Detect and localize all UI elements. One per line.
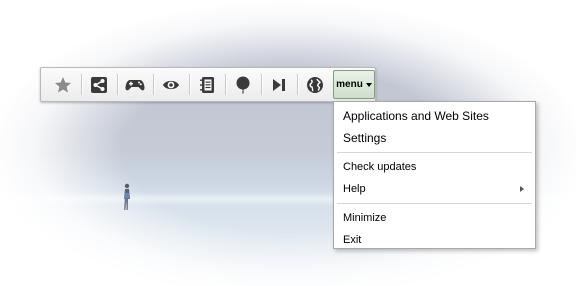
- gamepad-icon: [125, 79, 145, 90]
- caret-down-icon: [365, 82, 372, 87]
- notes-button[interactable]: [189, 68, 225, 101]
- app-toolbar: menu: [40, 67, 376, 102]
- skip-button[interactable]: [261, 68, 297, 101]
- balloon-icon: [236, 76, 250, 93]
- menu-separator: [337, 152, 532, 153]
- menu-item-help-label: Help: [343, 183, 366, 195]
- games-button[interactable]: [117, 68, 153, 101]
- notebook-icon: [200, 76, 214, 93]
- dropdown-menu: Applications and Web Sites Settings Chec…: [333, 101, 536, 249]
- menu-item-exit[interactable]: Exit: [334, 229, 535, 251]
- menu-button[interactable]: menu: [333, 70, 375, 99]
- menu-separator: [337, 203, 532, 204]
- view-button[interactable]: [153, 68, 189, 101]
- menu-item-minimize[interactable]: Minimize: [334, 207, 535, 229]
- submenu-arrow-icon: [520, 186, 524, 192]
- skip-forward-icon: [273, 78, 285, 91]
- menu-button-label: menu: [336, 79, 363, 90]
- menu-item-help[interactable]: Help: [334, 178, 535, 200]
- menu-item-settings[interactable]: Settings: [334, 127, 535, 149]
- balloon-button[interactable]: [225, 68, 261, 101]
- star-icon: [55, 76, 71, 92]
- share-button[interactable]: [81, 68, 117, 101]
- browser-button[interactable]: [297, 68, 333, 101]
- person-figure: [124, 183, 130, 210]
- star-button[interactable]: [45, 68, 81, 101]
- menu-item-applications[interactable]: Applications and Web Sites: [334, 105, 535, 127]
- share-icon: [91, 76, 107, 93]
- menu-item-check-updates[interactable]: Check updates: [334, 156, 535, 178]
- globe-icon: [307, 76, 323, 93]
- eye-icon: [163, 80, 179, 89]
